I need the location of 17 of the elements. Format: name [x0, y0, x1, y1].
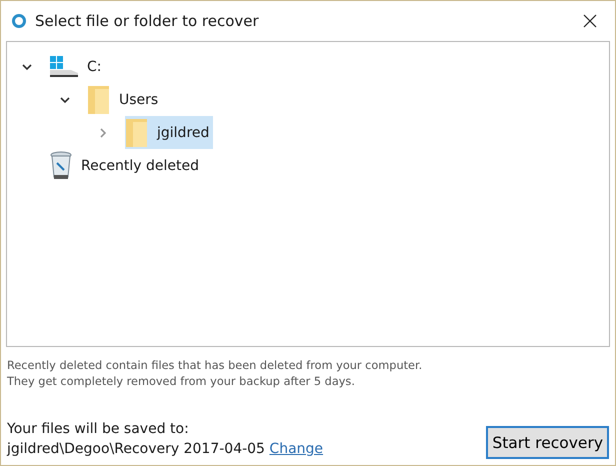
- destination-path: jgildred\Degoo\Recovery 2017-04-05: [7, 441, 265, 457]
- ring-icon: [11, 13, 27, 29]
- start-recovery-button[interactable]: Start recovery: [486, 426, 609, 459]
- close-icon[interactable]: [583, 14, 597, 28]
- tree-item[interactable]: Recently deleted: [49, 149, 204, 182]
- tree-item[interactable]: jgildred: [125, 116, 214, 149]
- trash-icon: [49, 150, 73, 180]
- info-text: Recently deleted contain files that has been deleted from your computer.: [7, 358, 424, 374]
- window-title: Select file or folder to recover: [35, 12, 260, 30]
- folder-icon: [125, 118, 149, 148]
- destination-label: Your files will be saved to:: [7, 420, 190, 439]
- change-link[interactable]: Change: [269, 441, 324, 457]
- tree-item[interactable]: C:: [49, 50, 106, 83]
- folder-icon: [87, 84, 111, 114]
- info-text: They get completely removed from your backup after 5 days.: [7, 374, 356, 390]
- drive-icon: [49, 54, 79, 78]
- tree-item[interactable]: Users: [87, 83, 162, 116]
